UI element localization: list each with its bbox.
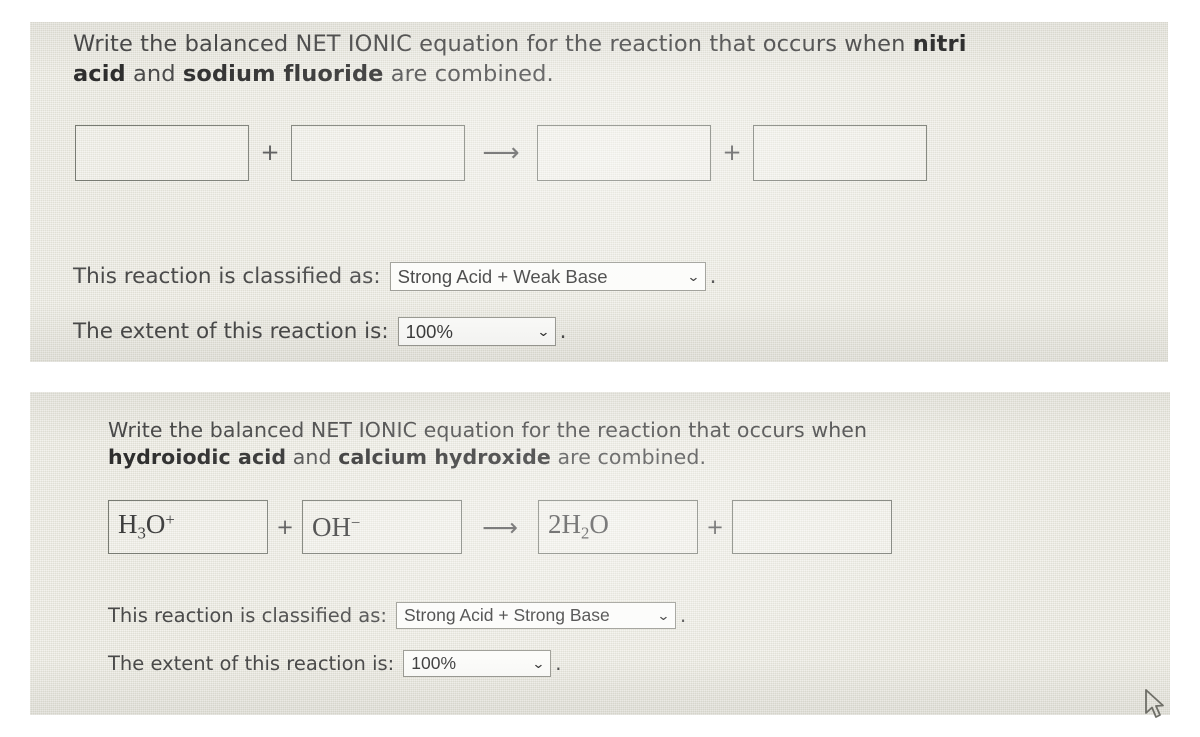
reactant-2-input[interactable] <box>291 125 465 181</box>
extent-select[interactable]: 100% ⌄ <box>397 317 556 346</box>
plus-sign-1: + <box>260 140 280 166</box>
reactant-1-input[interactable] <box>75 125 249 181</box>
screenshot-root: Write the balanced NET IONIC equation fo… <box>0 0 1200 737</box>
question-prompt-2: Write the balanced NET IONIC equation fo… <box>108 417 867 472</box>
classification-label: This reaction is classified as: <box>108 604 387 627</box>
question-panel-1: Write the balanced NET IONIC equation fo… <box>30 22 1168 362</box>
chevron-down-icon: ⌄ <box>531 655 546 671</box>
classification-select-value: Strong Acid + Strong Base <box>404 605 610 625</box>
reactant-2-formula: OH− <box>312 511 361 542</box>
plus-sign-2: + <box>722 140 742 166</box>
classification-select[interactable]: Strong Acid + Strong Base ⌄ <box>396 602 676 629</box>
product-1-input[interactable] <box>537 125 711 181</box>
classification-line-2: This reaction is classified as: Strong A… <box>108 602 686 629</box>
prompt-line-1: Write the balanced NET IONIC equation fo… <box>108 418 868 442</box>
classification-line-1: This reaction is classified as: Strong A… <box>73 262 716 291</box>
classification-period: . <box>709 264 717 289</box>
classification-label: This reaction is classified as: <box>73 264 381 289</box>
product-1-formula: 2H2O <box>548 509 609 543</box>
extent-label: The extent of this reaction is: <box>73 319 389 344</box>
prompt-reagent-1: acid <box>73 60 126 87</box>
prompt-reagent-2: calcium hydroxide <box>338 445 551 470</box>
extent-select[interactable]: 100% ⌄ <box>403 650 552 677</box>
extent-select-value: 100% <box>405 320 453 342</box>
product-2-input[interactable] <box>753 125 927 181</box>
extent-period: . <box>555 652 562 675</box>
extent-line-1: The extent of this reaction is: 100% ⌄ . <box>73 317 566 346</box>
equation-row-2: H3O+ + OH− ⟶ 2H2O + <box>108 500 892 554</box>
reaction-arrow-icon: ⟶ <box>482 138 520 168</box>
extent-label: The extent of this reaction is: <box>108 652 395 675</box>
plus-sign-2: + <box>706 515 724 539</box>
reaction-arrow-icon: ⟶ <box>482 512 518 542</box>
reactant-1-formula: H3O+ <box>118 509 175 543</box>
extent-select-value: 100% <box>411 653 457 673</box>
equation-row-1: + ⟶ + <box>75 125 927 181</box>
classification-select[interactable]: Strong Acid + Weak Base ⌄ <box>389 262 706 291</box>
classification-period: . <box>680 604 687 627</box>
prompt-reagent-1: hydroiodic acid <box>108 445 287 470</box>
chevron-down-icon: ⌄ <box>686 268 700 284</box>
prompt-line-2: hydroiodic acid and calcium hydroxide ar… <box>108 445 707 470</box>
product-1-input[interactable]: 2H2O <box>538 500 698 554</box>
question-panel-2: Write the balanced NET IONIC equation fo… <box>30 392 1170 715</box>
reactant-2-input[interactable]: OH− <box>302 500 462 554</box>
product-2-input[interactable] <box>732 500 892 554</box>
chevron-down-icon: ⌄ <box>656 607 671 623</box>
extent-line-2: The extent of this reaction is: 100% ⌄ . <box>108 650 561 677</box>
plus-sign-1: + <box>276 515 294 539</box>
prompt-reagent-partial: nitri <box>912 31 967 57</box>
classification-select-value: Strong Acid + Weak Base <box>397 265 608 287</box>
extent-period: . <box>559 319 567 344</box>
reactant-1-input[interactable]: H3O+ <box>108 500 268 554</box>
chevron-down-icon: ⌄ <box>536 323 550 339</box>
question-prompt-1: Write the balanced NET IONIC equation fo… <box>73 30 967 90</box>
prompt-line-2: acid and sodium fluoride are combined. <box>73 60 554 87</box>
prompt-line-1: Write the balanced NET IONIC equation fo… <box>73 31 967 57</box>
prompt-reagent-2: sodium fluoride <box>182 60 384 87</box>
